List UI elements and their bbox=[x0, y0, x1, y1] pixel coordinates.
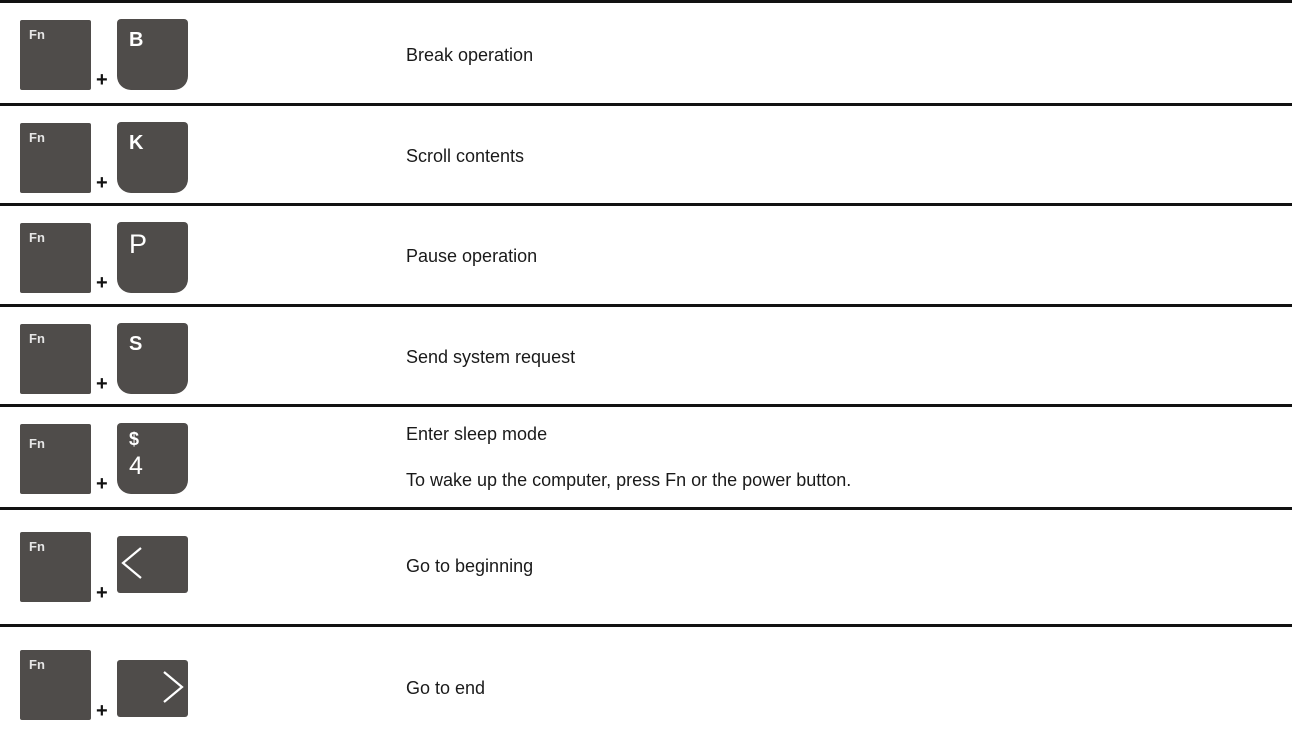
key-label: B bbox=[129, 29, 144, 51]
plus-sign: + bbox=[96, 272, 108, 294]
plus-sign: + bbox=[96, 172, 108, 194]
fn-key: Fn bbox=[20, 650, 91, 720]
right-arrow-key bbox=[117, 660, 188, 717]
dollar-4-key: $ 4 bbox=[117, 423, 188, 494]
plus-sign: + bbox=[96, 69, 108, 91]
key-label: S bbox=[129, 333, 143, 355]
row-description: Break operation bbox=[406, 45, 534, 65]
key-top-label: $ bbox=[129, 429, 140, 449]
fn-key-label: Fn bbox=[29, 657, 45, 672]
b-key: B bbox=[117, 19, 188, 90]
fn-key-label: Fn bbox=[29, 130, 45, 145]
k-key: K bbox=[117, 122, 188, 193]
key-bottom-label: 4 bbox=[129, 452, 143, 480]
table-row: Fn + P Pause operation bbox=[0, 206, 1292, 303]
row-description: Pause operation bbox=[406, 246, 538, 266]
row-note: To wake up the computer, press Fn or the… bbox=[406, 470, 852, 490]
p-key: P bbox=[117, 222, 188, 293]
row-description: Enter sleep mode bbox=[406, 424, 548, 444]
row-description: Go to end bbox=[406, 678, 486, 698]
table-row: Fn + Go to end bbox=[0, 627, 1292, 730]
row-description: Send system request bbox=[406, 347, 576, 367]
fn-key-label: Fn bbox=[29, 27, 45, 42]
plus-sign: + bbox=[96, 473, 108, 495]
table-row: Fn + B Break operation bbox=[0, 3, 1292, 103]
fn-key: Fn bbox=[20, 20, 91, 90]
table-row: Fn + K Scroll contents bbox=[0, 106, 1292, 202]
row-description: Go to beginning bbox=[406, 556, 534, 576]
key-label: K bbox=[129, 132, 144, 154]
fn-key: Fn bbox=[20, 532, 91, 602]
right-arrow-icon bbox=[163, 671, 184, 703]
table-row: Fn + S Send system request bbox=[0, 307, 1292, 403]
fn-key: Fn bbox=[20, 324, 91, 394]
fn-key-label: Fn bbox=[29, 230, 45, 245]
row-description: Scroll contents bbox=[406, 146, 525, 166]
left-arrow-key bbox=[117, 536, 188, 593]
plus-sign: + bbox=[96, 373, 108, 395]
fn-key: Fn bbox=[20, 223, 91, 293]
fn-key-label: Fn bbox=[29, 331, 45, 346]
table-row: Fn + Go to beginning bbox=[0, 510, 1292, 624]
plus-sign: + bbox=[96, 582, 108, 604]
plus-sign: + bbox=[96, 700, 108, 722]
left-arrow-icon bbox=[121, 547, 142, 579]
fn-key: Fn bbox=[20, 424, 91, 494]
fn-key-label: Fn bbox=[29, 539, 45, 554]
key-label: P bbox=[129, 229, 148, 259]
s-key: S bbox=[117, 323, 188, 394]
fn-key: Fn bbox=[20, 123, 91, 193]
table-row: Fn + $ 4 Enter sleep mode To wake up the… bbox=[0, 407, 1292, 507]
fn-key-label: Fn bbox=[29, 436, 45, 451]
